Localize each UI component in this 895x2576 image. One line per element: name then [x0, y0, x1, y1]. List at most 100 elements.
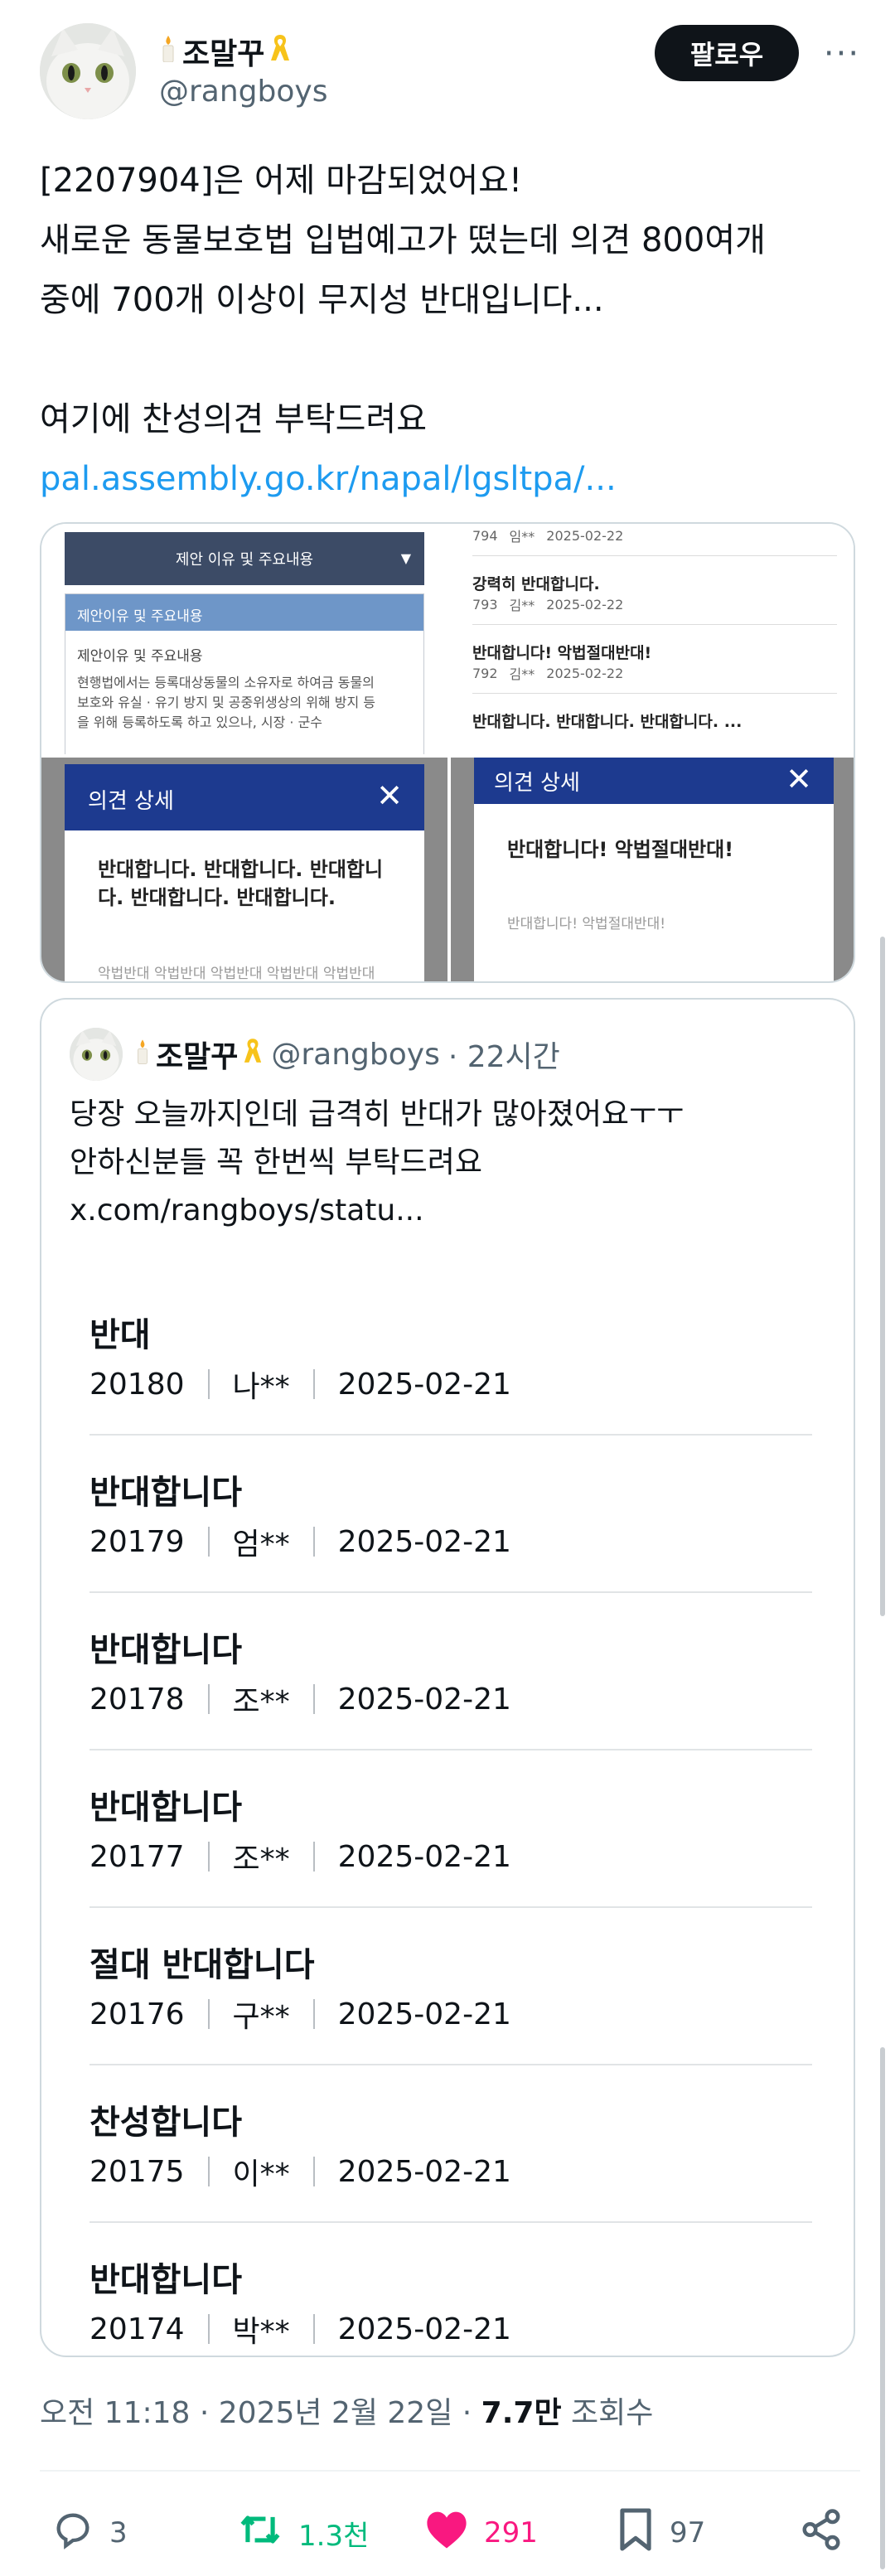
quote-text: 당장 오늘까지인데 급격히 반대가 많아졌어요ㅜㅜ 안하신분들 꼭 한번씩 부탁… — [70, 1091, 832, 1235]
modal-body: 반대합니다! 악법절대반대! 반대합니다! 악법절대반대! — [474, 804, 834, 981]
heart-icon — [424, 2509, 484, 2558]
timestamp-text[interactable]: 오전 11:18 · 2025년 2월 22일 · — [40, 2396, 481, 2430]
opinion-list: 794 임** 2025-02-22 강력히 반대합니다. 793 김** 20… — [472, 524, 837, 732]
view-count: 7.7만 — [481, 2396, 562, 2430]
divider — [312, 2314, 315, 2344]
item-meta: 20176 구** 2025-02-21 — [90, 1993, 511, 2036]
proposal-bar: 제안 이유 및 주요내용 ▼ — [65, 532, 424, 585]
close-icon: ✕ — [786, 761, 812, 797]
tweet-line: 여기에 찬성의견 부탁드려요 — [40, 400, 428, 438]
item-meta: 20177 조** 2025-02-21 — [90, 1835, 511, 1878]
avatar[interactable] — [40, 23, 136, 119]
author-name-row[interactable]: 조말꾸 — [159, 30, 291, 73]
more-options-icon[interactable]: ··· — [820, 33, 864, 75]
item-user: 조** — [232, 1685, 290, 1719]
item-title: 반대합니다 — [90, 1631, 242, 1669]
divider — [207, 1369, 210, 1399]
item-date: 2025-02-21 — [337, 1524, 511, 1559]
share-button[interactable] — [799, 2501, 859, 2564]
divider — [472, 693, 837, 694]
proposal-body-line: 현행법에서는 등록대상동물의 소유자로 하여금 동물의 — [77, 675, 375, 690]
tweet-timestamp: 오전 11:18 · 2025년 2월 22일 · 7.7만 조회수 — [40, 2389, 653, 2432]
modal-header: 의견 상세 ✕ — [474, 758, 834, 804]
media-image-opinion-list[interactable]: 794 임** 2025-02-22 강력히 반대합니다. 793 김** 20… — [451, 524, 854, 754]
opinion-title: 반대합니다! 악법절대반대! — [472, 644, 652, 662]
scrollbar[interactable] — [880, 937, 885, 1616]
divider — [472, 555, 837, 556]
proposal-sub: 제안이유 및 주요내용 — [77, 648, 203, 665]
like-button[interactable]: 291 — [424, 2501, 538, 2564]
quote-author-name-row: 조말꾸 — [134, 1033, 263, 1076]
tweet-link[interactable]: pal.assembly.go.kr/napal/lgsltpa/... — [40, 449, 860, 509]
retweet-button[interactable]: 1.3천 — [237, 2501, 369, 2564]
like-count: 291 — [484, 2516, 538, 2549]
tweet-line: 새로운 동물보호법 입법예고가 떴는데 의견 800여개 — [40, 221, 766, 259]
divider — [207, 1842, 210, 1871]
close-icon: ✕ — [376, 777, 403, 814]
item-meta: 20178 조** 2025-02-21 — [90, 1678, 511, 1721]
item-date: 2025-02-21 — [337, 1839, 511, 1874]
divider — [312, 1684, 315, 1714]
divider — [207, 2157, 210, 2186]
candle-icon — [159, 34, 177, 70]
list-item: 반대 20180 나** 2025-02-21 — [90, 1278, 812, 1436]
opinion-user: 김** — [509, 666, 535, 682]
tweet-line: [2207904]은 어제 마감되었어요! — [40, 162, 523, 200]
list-item: 반대합니다 20178 조** 2025-02-21 — [90, 1593, 812, 1750]
item-num: 20180 — [90, 1367, 185, 1402]
opinion-meta: 792 김** 2025-02-22 — [472, 663, 837, 683]
quote-line: 안하신분들 꼭 한번씩 부탁드려요 — [70, 1145, 483, 1179]
media-image-opinion-detail-1[interactable]: 의견 상세 ✕ 반대합니다. 반대합니다. 반대합니 다. 반대합니다. 반대합… — [41, 758, 448, 981]
item-date: 2025-02-21 — [337, 1367, 511, 1402]
quote-link: x.com/rangboys/statu... — [70, 1194, 424, 1227]
bookmark-button[interactable]: 97 — [617, 2501, 705, 2564]
item-num: 20175 — [90, 2154, 185, 2189]
item-num: 20174 — [90, 2312, 185, 2346]
divider — [207, 1527, 210, 1557]
item-title: 반대합니다 — [90, 2261, 242, 2299]
scrollbar-lower[interactable] — [880, 2047, 885, 2569]
quote-line: 당장 오늘까지인데 급격히 반대가 많아졌어요ㅜㅜ — [70, 1097, 685, 1131]
proposal-box: 제안이유 및 주요내용 제안이유 및 주요내용 현행법에서는 등록대상동물의 소… — [65, 593, 424, 754]
item-user: 나** — [232, 1370, 290, 1404]
opinion-meta: 793 김** 2025-02-22 — [472, 594, 837, 614]
item-user: 박** — [232, 2315, 290, 2349]
view-label: 조회수 — [561, 2396, 654, 2430]
reply-button[interactable]: 3 — [51, 2501, 128, 2564]
divider — [207, 1684, 210, 1714]
item-title: 절대 반대합니다 — [90, 1946, 315, 1984]
modal-body: 반대합니다. 반대합니다. 반대합니 다. 반대합니다. 반대합니다. 악법반대… — [65, 830, 424, 981]
item-num: 20179 — [90, 1524, 185, 1559]
action-bar: 3 1.3천 291 97 — [40, 2501, 860, 2564]
item-num: 20176 — [90, 1997, 185, 2031]
item-meta: 20174 박** 2025-02-21 — [90, 2307, 511, 2351]
item-title: 반대 — [90, 1316, 151, 1354]
item-date: 2025-02-21 — [337, 1997, 511, 2031]
item-date: 2025-02-21 — [337, 1682, 511, 1717]
candle-icon — [134, 1038, 151, 1072]
author-handle[interactable]: @rangboys — [159, 75, 327, 109]
item-num: 20178 — [90, 1682, 185, 1717]
divider — [472, 624, 837, 625]
opinion-meta: 794 임** 2025-02-22 — [472, 525, 837, 545]
divider — [207, 1999, 210, 2029]
yellow-ribbon-icon — [269, 32, 291, 71]
tweet-header: 조말꾸 @rangboys 팔로우 ··· — [40, 23, 860, 123]
quote-author-handle: @rangboys — [271, 1037, 440, 1072]
item-meta: 20179 엄** 2025-02-21 — [90, 1520, 511, 1563]
media-image-proposal[interactable]: 제안 이유 및 주요내용 ▼ 제안이유 및 주요내용 제안이유 및 주요내용 현… — [41, 524, 448, 754]
item-user: 이** — [232, 2157, 290, 2191]
item-meta: 20175 이** 2025-02-21 — [90, 2150, 511, 2193]
list-item: 반대합니다 20179 엄** 2025-02-21 — [90, 1436, 812, 1593]
share-icon — [799, 2507, 859, 2559]
proposal-bar-label: 제안 이유 및 주요내용 — [175, 551, 314, 569]
follow-button[interactable]: 팔로우 — [655, 25, 799, 81]
bookmark-icon — [617, 2506, 670, 2560]
quote-tweet[interactable]: 조말꾸 @rangboys · 22시간 당장 오늘까지인데 급격히 반대가 많… — [40, 998, 855, 2357]
divider — [207, 2314, 210, 2344]
list-item: 절대 반대합니다 20176 구** 2025-02-21 — [90, 1908, 812, 2065]
opinion-date: 2025-02-22 — [546, 596, 624, 613]
divider — [312, 2157, 315, 2186]
media-image-opinion-detail-2[interactable]: 의견 상세 ✕ 반대합니다! 악법절대반대! 반대합니다! 악법절대반대! — [451, 758, 854, 981]
modal-text: 다. 반대합니다. 반대합니다. — [98, 886, 336, 909]
